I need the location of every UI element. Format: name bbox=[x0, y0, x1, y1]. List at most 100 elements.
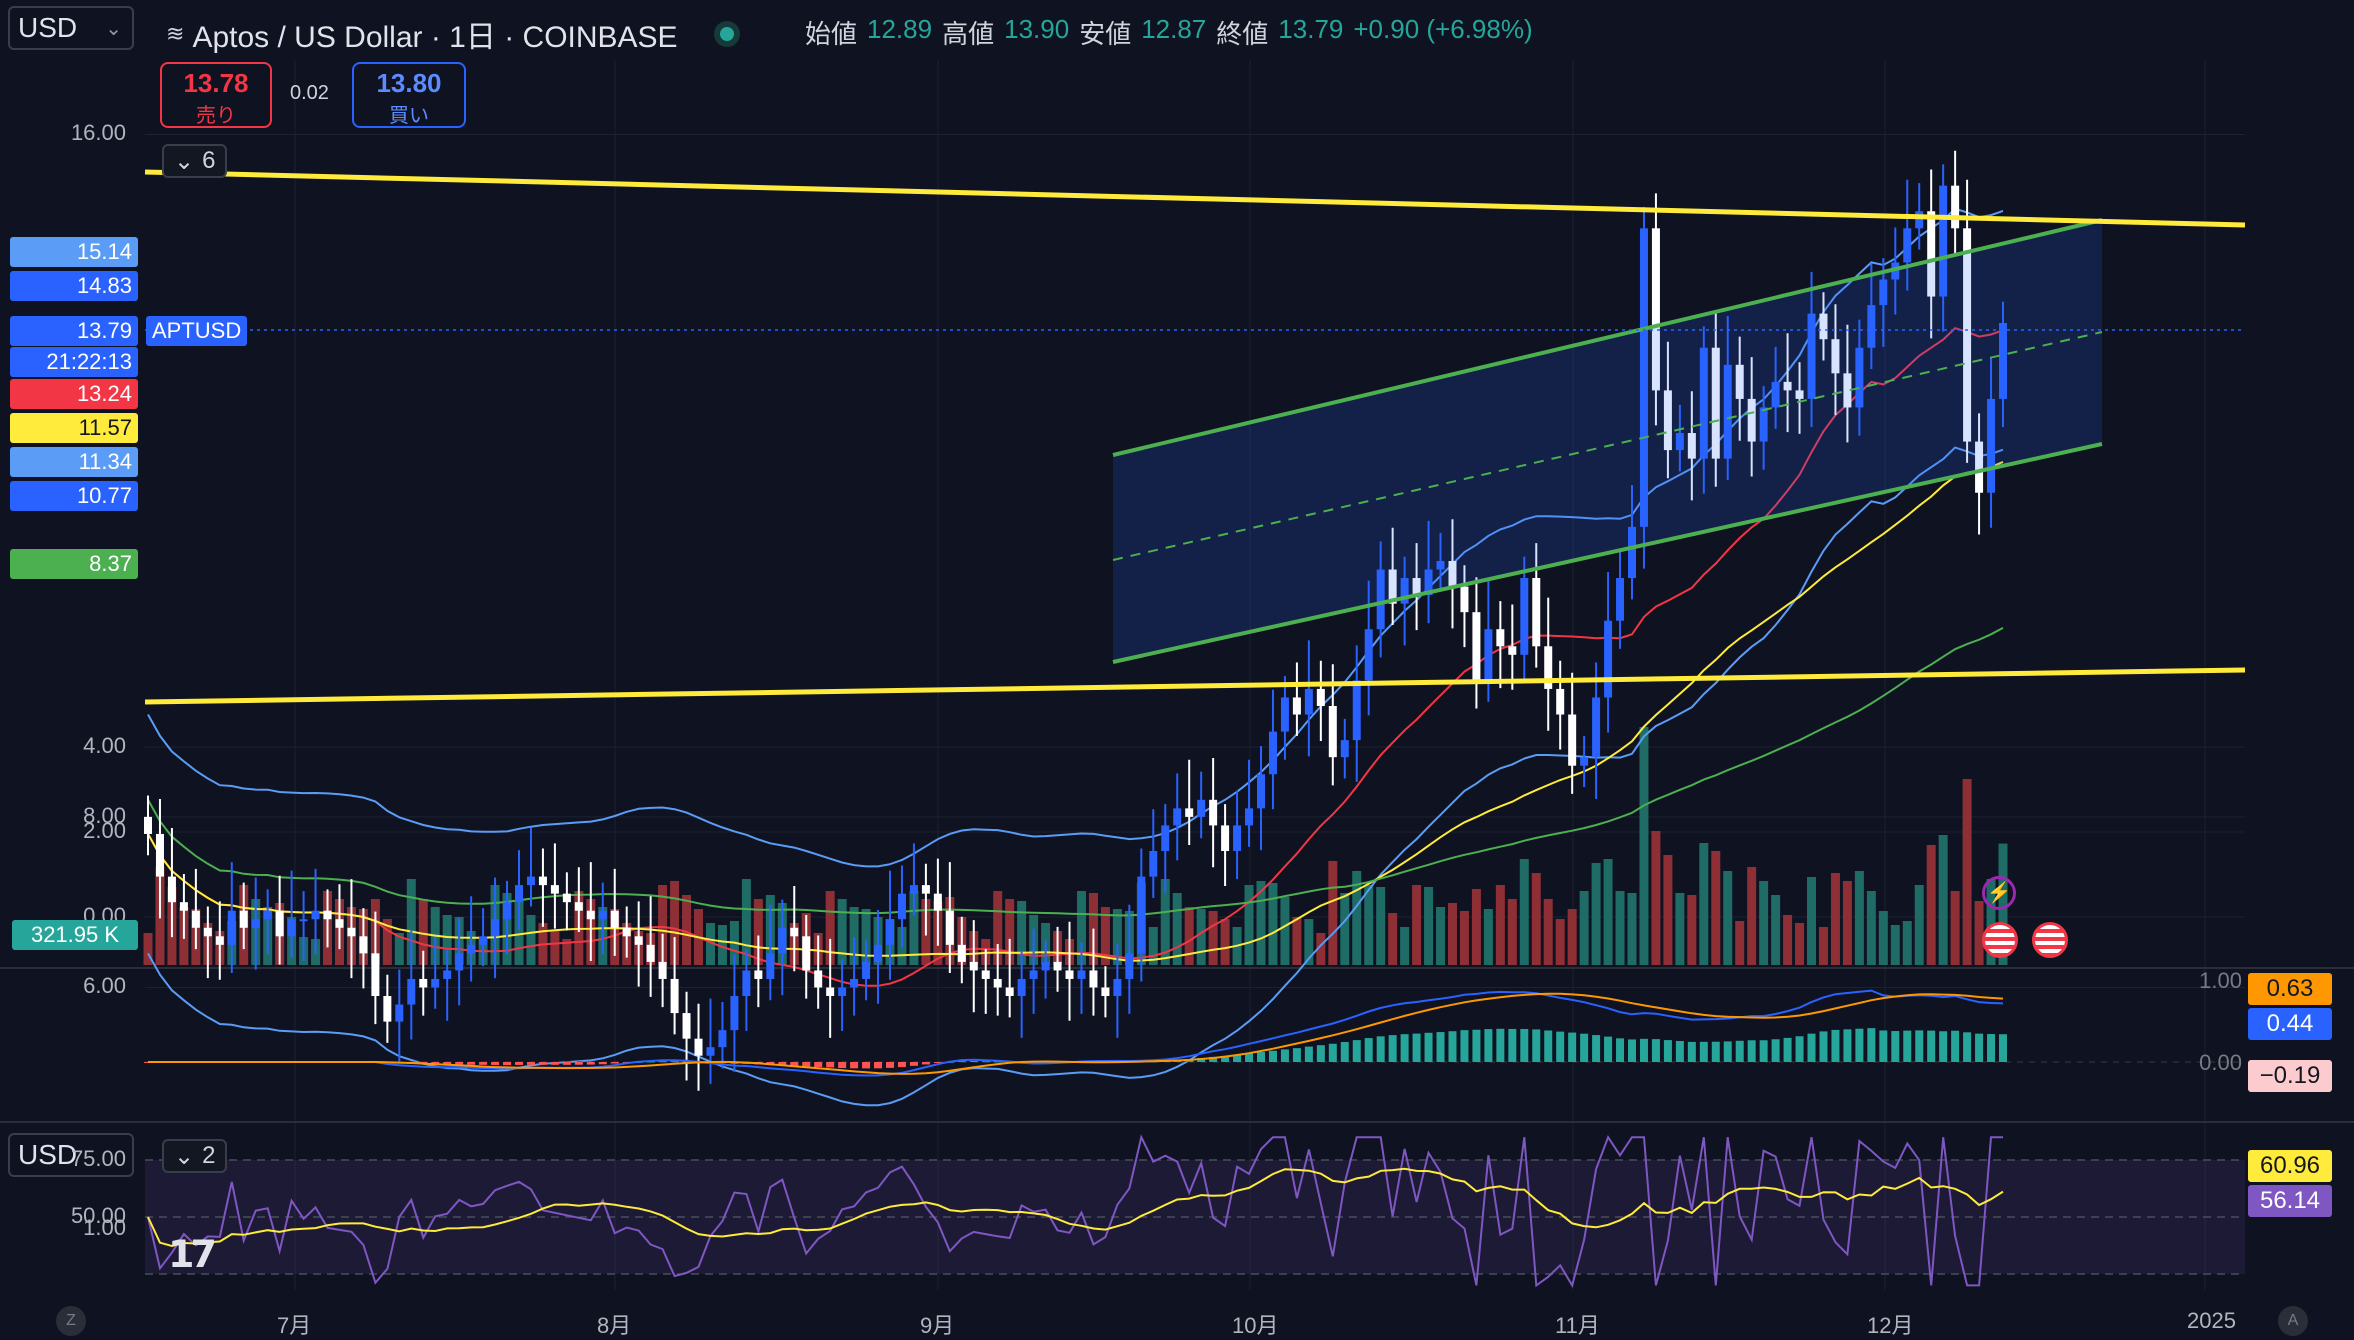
macd-histogram-bar bbox=[1604, 1036, 1613, 1062]
rsi-indicators-toggle[interactable]: ⌄ 2 bbox=[162, 1139, 228, 1173]
ohlc-value: 12.89 bbox=[867, 14, 933, 44]
macd-histogram-bar bbox=[1879, 1030, 1888, 1062]
symbol-title-text: Aptos / US Dollar · 1日 · COINBASE bbox=[192, 21, 678, 54]
macd-histogram-bar bbox=[1628, 1039, 1636, 1062]
candle-body bbox=[1460, 586, 1469, 613]
candle-body bbox=[933, 893, 942, 911]
macd-histogram-bar bbox=[1424, 1032, 1433, 1062]
symbol-title[interactable]: ≋ Aptos / US Dollar · 1日 · COINBASE bbox=[166, 12, 734, 56]
volume-bar bbox=[550, 931, 560, 965]
volume-bar bbox=[1723, 871, 1733, 965]
candle-body bbox=[1065, 970, 1074, 979]
candle-body bbox=[921, 885, 930, 894]
price-tag: 13.24 bbox=[10, 379, 138, 409]
macd-histogram-bar bbox=[1268, 1050, 1277, 1062]
macd-histogram-bar bbox=[814, 1062, 823, 1068]
macd-histogram-bar bbox=[1939, 1031, 1948, 1062]
volume-bar bbox=[1926, 845, 1936, 965]
macd-histogram-bar bbox=[1316, 1045, 1325, 1062]
volume-bar bbox=[1483, 909, 1493, 965]
x-tick-label: 11月 bbox=[1555, 1313, 1600, 1338]
macd-histogram-bar bbox=[1472, 1029, 1481, 1062]
ohlc-readout: 始値 12.89 高値 13.90 安値 12.87 終値 13.79 +0.90 (+6.98… bbox=[805, 14, 1533, 51]
candle-body bbox=[1508, 646, 1517, 655]
buy-button[interactable]: 13.80 買い bbox=[352, 62, 466, 128]
volume-tag: 321.95 K bbox=[12, 920, 138, 950]
macd-value-tag: 0.63 bbox=[2248, 973, 2332, 1005]
macd-histogram-bar bbox=[1675, 1041, 1684, 1062]
candle-body bbox=[407, 978, 416, 1005]
macd-histogram-bar bbox=[1257, 1052, 1265, 1062]
macd-histogram-bar bbox=[1783, 1037, 1792, 1062]
macd-histogram-bar bbox=[1699, 1041, 1708, 1062]
x-tick-label: 7月 bbox=[277, 1313, 312, 1338]
sell-price: 13.78 bbox=[183, 68, 249, 98]
candle-body bbox=[1352, 680, 1361, 741]
candle-body bbox=[1364, 629, 1373, 681]
volume-bar bbox=[1424, 887, 1434, 965]
volume-bar bbox=[1687, 895, 1697, 965]
candle-body bbox=[850, 978, 859, 988]
candle-body bbox=[969, 961, 978, 971]
candle-body bbox=[538, 876, 547, 886]
candle-body bbox=[622, 927, 631, 937]
candle-body bbox=[1029, 970, 1038, 979]
candle-body bbox=[419, 978, 428, 988]
footer-left-button[interactable]: Z bbox=[56, 1306, 86, 1336]
macd-histogram-bar bbox=[1891, 1031, 1900, 1062]
price-tag: 10.77 bbox=[10, 481, 138, 511]
macd-histogram-bar bbox=[838, 1062, 847, 1069]
macd-histogram-bar bbox=[479, 1062, 488, 1065]
macd-histogram-bar bbox=[1867, 1028, 1876, 1062]
candle-body bbox=[1496, 629, 1505, 647]
candle-body bbox=[562, 893, 571, 903]
price-tag: 14.83 bbox=[10, 271, 138, 301]
candle-body bbox=[311, 910, 320, 920]
macd-histogram-bar bbox=[1927, 1030, 1936, 1062]
currency-select[interactable]: USD ⌄ bbox=[8, 6, 134, 50]
volume-bar bbox=[1795, 923, 1805, 965]
volume-bar bbox=[1340, 893, 1350, 965]
volume-bar bbox=[1914, 885, 1924, 965]
volume-bar bbox=[1807, 877, 1817, 965]
chevron-down-icon: ⌄ bbox=[174, 147, 195, 175]
candle-body bbox=[1041, 961, 1050, 971]
sell-button[interactable]: 13.78 売り bbox=[160, 62, 272, 128]
macd-histogram-bar bbox=[1352, 1040, 1361, 1062]
candle-body bbox=[574, 902, 583, 911]
candle-body bbox=[215, 936, 224, 945]
macd-tick-label: 1.00 bbox=[2199, 968, 2242, 993]
volume-bar bbox=[1639, 727, 1649, 965]
candle-body bbox=[1568, 714, 1577, 766]
us-flag-icon[interactable] bbox=[2032, 922, 2068, 958]
volume-bar bbox=[1783, 915, 1793, 965]
candle-body bbox=[1137, 876, 1146, 954]
us-flag-icon[interactable] bbox=[1982, 922, 2018, 958]
candle-body bbox=[443, 970, 452, 979]
candle-body bbox=[1077, 970, 1086, 979]
candle-body bbox=[1616, 578, 1625, 621]
ohlc-value: 13.79 bbox=[1278, 14, 1344, 44]
macd-histogram-bar bbox=[467, 1062, 476, 1065]
candle-body bbox=[706, 1047, 715, 1056]
indicators-toggle[interactable]: ⌄ 6 bbox=[162, 144, 228, 178]
volume-bar bbox=[1436, 907, 1446, 965]
rsi-value-tag: 56.14 bbox=[2248, 1185, 2332, 1217]
chart-canvas[interactable] bbox=[0, 0, 2354, 1336]
candle-body bbox=[1161, 825, 1170, 852]
candle-body bbox=[1304, 688, 1313, 715]
macd-histogram-bar bbox=[1831, 1029, 1840, 1062]
volume-bar bbox=[1771, 895, 1781, 965]
candle-body bbox=[1580, 757, 1589, 766]
volume-bar bbox=[1890, 925, 1900, 965]
footer-right-button[interactable]: A bbox=[2278, 1306, 2308, 1336]
candle-body bbox=[826, 987, 835, 997]
macd-histogram-bar bbox=[1544, 1030, 1553, 1062]
candle-body bbox=[395, 1004, 404, 1022]
candle-body bbox=[155, 833, 164, 877]
candle-body bbox=[275, 910, 284, 937]
candle-body bbox=[1915, 211, 1924, 229]
macd-histogram-bar bbox=[909, 1062, 918, 1066]
flash-icon[interactable]: ⚡ bbox=[1982, 876, 2016, 910]
macd-value-tag: −0.19 bbox=[2248, 1060, 2332, 1092]
